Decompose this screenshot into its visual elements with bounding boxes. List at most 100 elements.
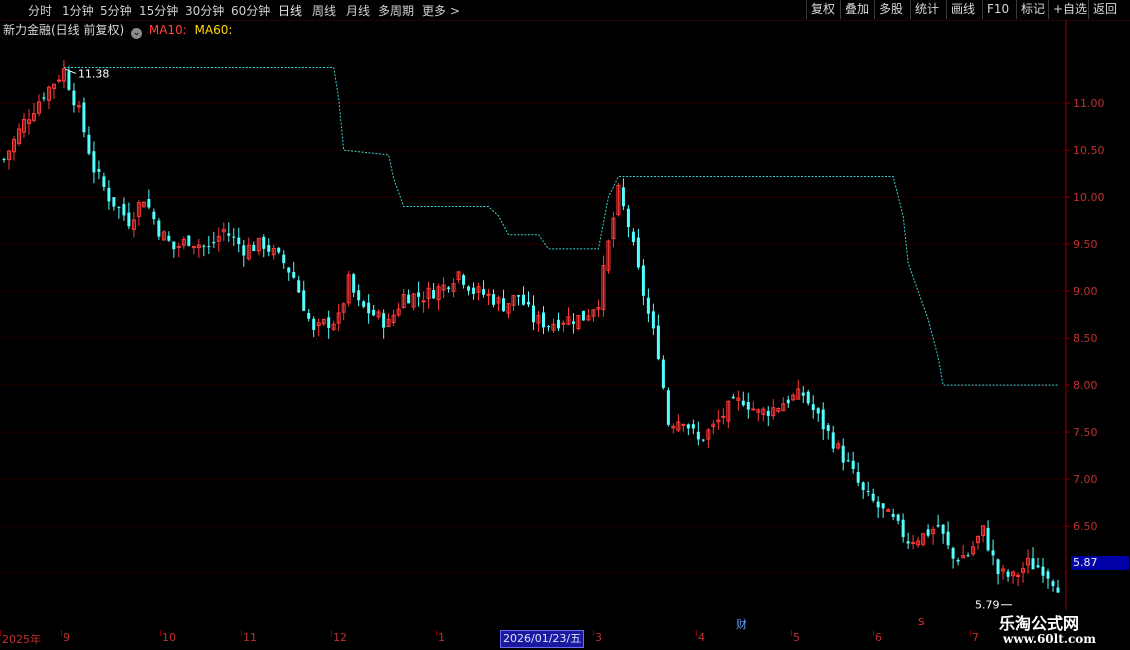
toolbar-button-4[interactable]: 画线 [946, 0, 979, 19]
candle-body [92, 151, 96, 173]
period-tab-1[interactable]: 1分钟 [62, 2, 94, 19]
y-tick-label: 11.00 [1073, 97, 1105, 110]
candle-body [691, 424, 695, 429]
period-tab-3[interactable]: 15分钟 [139, 2, 178, 19]
candle-body [327, 317, 331, 328]
candle-body [686, 424, 690, 429]
candle-body [502, 298, 506, 312]
candle-body [646, 297, 650, 314]
kline-chart[interactable]: 11.00 10.50 10.00 9.50 9.00 8.50 8.00 7.50 7.00 6… [0, 20, 1130, 630]
candle-body [382, 313, 386, 328]
candle-body [242, 245, 246, 256]
s-event-mark[interactable]: S [918, 617, 924, 628]
period-tab-6[interactable]: 日线 [278, 2, 302, 19]
candle-body [1036, 565, 1040, 568]
finance-event-mark[interactable]: 财 [736, 616, 747, 632]
candle-body [936, 525, 940, 527]
candle-body [1031, 558, 1035, 570]
candle-body [472, 287, 476, 294]
period-tab-4[interactable]: 30分钟 [185, 2, 224, 19]
candle-body [287, 267, 291, 273]
candle-body [651, 311, 655, 329]
candle-body [517, 295, 521, 297]
toolbar-button-2[interactable]: 多股 [874, 0, 907, 19]
right-side-strip [1118, 22, 1130, 622]
candle-body [906, 541, 910, 544]
period-tab-0[interactable]: 分时 [28, 2, 52, 19]
toolbar-button-6[interactable]: 标记 [1016, 0, 1049, 19]
candle-body [107, 187, 111, 202]
candle-body [996, 559, 1000, 575]
period-tab-7[interactable]: 周线 [312, 2, 336, 19]
candle-body [117, 207, 121, 209]
candle-body [631, 231, 635, 243]
candle-body [731, 396, 735, 399]
candle-body [482, 289, 486, 295]
candle-body [701, 439, 705, 441]
period-toolbar: 分时 1分钟 5分钟 15分钟 30分钟 60分钟 日线 周线 月线 多周期 更多 > 复权 叠加 多股统… [0, 0, 1130, 21]
candle-body [127, 212, 131, 227]
candle-body [546, 326, 550, 328]
toolbar-button-3[interactable]: 统计 [910, 0, 943, 19]
period-tab-2[interactable]: 5分钟 [100, 2, 132, 19]
candle-body [417, 292, 421, 297]
candle-body [821, 409, 825, 430]
candle-body [956, 560, 960, 562]
x-axis-label: 2025年 [2, 633, 41, 646]
candle-body [462, 275, 466, 285]
x-axis-label: 7 [972, 631, 979, 644]
toolbar-button-8[interactable]: 返回 [1088, 0, 1121, 19]
candle-body [307, 312, 311, 319]
x-axis-label: 9 [63, 631, 70, 644]
toolbar-button-1[interactable]: 叠加 [840, 0, 873, 19]
candle-body [831, 432, 835, 449]
candle-body [641, 265, 645, 296]
candle-body [82, 102, 86, 133]
toolbar-button-5[interactable]: F10 [982, 0, 1013, 19]
candle-body [1056, 587, 1060, 593]
period-tab-9[interactable]: 多周期 [378, 2, 414, 19]
candle-body [357, 290, 361, 301]
candle-body [951, 547, 955, 559]
candle-body [267, 245, 271, 252]
candle-body [766, 410, 770, 416]
candle-body [167, 235, 171, 241]
candle-body [352, 274, 356, 293]
candle-body [941, 524, 945, 534]
x-axis-label: 4 [698, 631, 705, 644]
period-tab-5[interactable]: 60分钟 [231, 2, 270, 19]
candle-body [571, 321, 575, 324]
x-axis-tick [331, 630, 332, 636]
candle-body [237, 237, 241, 245]
candle-body [492, 294, 496, 305]
candle-body [811, 404, 815, 410]
x-axis-label: 5 [793, 631, 800, 644]
candle-body [147, 199, 151, 208]
candle-body [527, 301, 531, 305]
toolbar-button-7[interactable]: +自选 [1048, 0, 1091, 19]
toolbar-button-0[interactable]: 复权 [806, 0, 839, 19]
candle-body [816, 408, 820, 414]
candle-body [896, 514, 900, 521]
candle-body [926, 529, 930, 536]
candle-body [277, 247, 281, 253]
candle-body [946, 531, 950, 546]
x-axis-label: 11 [243, 631, 257, 644]
candle-body [1041, 566, 1045, 576]
candle-body [207, 246, 211, 248]
candle-body [522, 294, 526, 305]
candle-body [841, 445, 845, 463]
candle-body [911, 541, 916, 544]
candle-body [866, 490, 870, 492]
period-tab-10[interactable]: 更多 > [422, 2, 460, 19]
x-axis-label: 6 [875, 631, 882, 644]
y-tick-label: 7.50 [1073, 426, 1098, 439]
period-tab-8[interactable]: 月线 [346, 2, 370, 19]
y-tick-label: 7.00 [1073, 473, 1098, 486]
current-price-box: 5.87 [1071, 556, 1129, 570]
high-label: 11.38 [78, 67, 110, 80]
x-axis-label: 1 [438, 631, 445, 644]
y-tick-label: 10.00 [1073, 191, 1105, 204]
x-axis-tick [696, 630, 697, 636]
candle-body [666, 390, 670, 425]
